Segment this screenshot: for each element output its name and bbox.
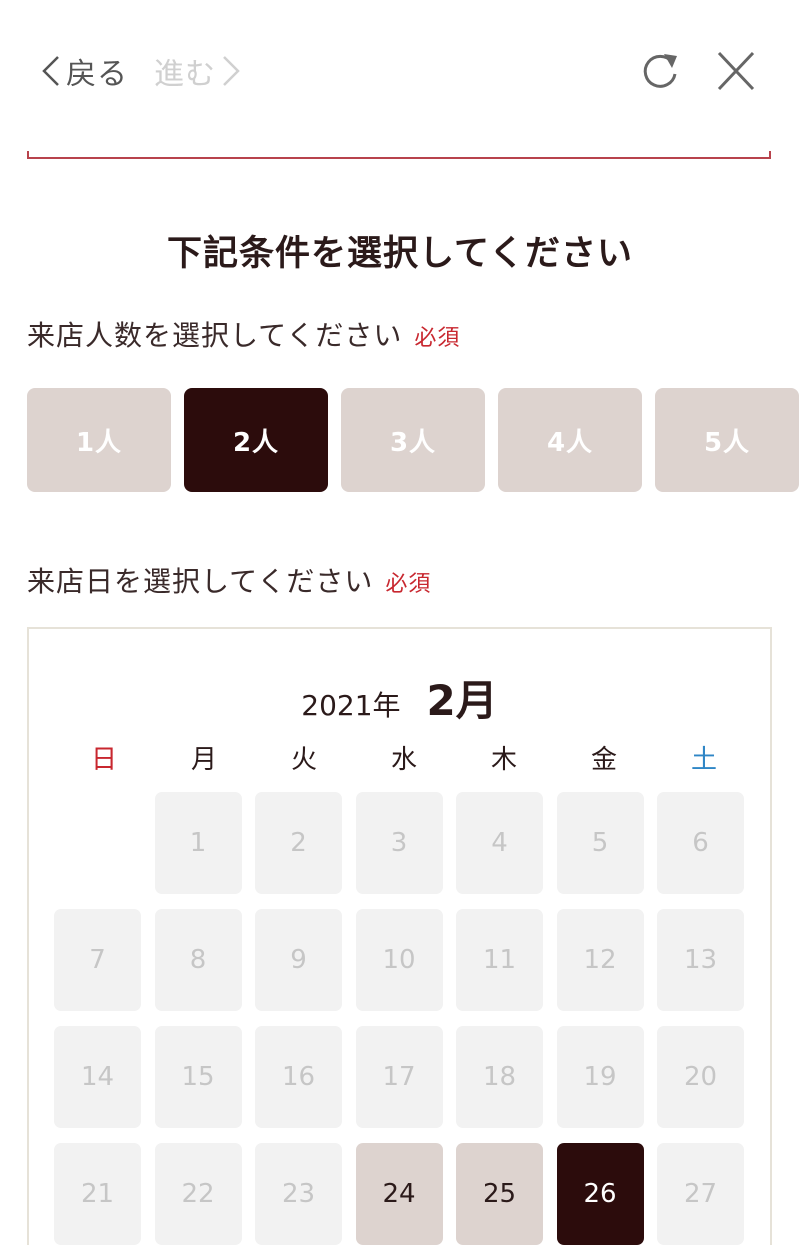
calendar-day: 27 xyxy=(657,1143,744,1245)
required-badge: 必須 xyxy=(414,326,461,351)
calendar-day[interactable]: 26 xyxy=(556,1143,644,1245)
calendar-day: 18 xyxy=(456,1026,543,1128)
weekday-tuesday: 火 xyxy=(290,745,317,775)
weekday-monday: 月 xyxy=(190,745,217,775)
calendar-day[interactable]: 25 xyxy=(456,1143,543,1245)
calendar-day: 6 xyxy=(657,792,744,894)
calendar-day: 16 xyxy=(255,1026,342,1128)
calendar-day: 15 xyxy=(154,1026,242,1128)
required-badge: 必須 xyxy=(385,572,432,597)
forward-label: 進む xyxy=(154,57,216,92)
calendar-day: 23 xyxy=(255,1143,342,1245)
calendar-day: 12 xyxy=(556,909,644,1011)
calendar-day: 14 xyxy=(54,1026,141,1128)
reservation-page: 戻る 進む 下記条件を選択してください 来店人数を選択してください 必須 1人 … xyxy=(0,0,800,1245)
calendar-day: 21 xyxy=(54,1143,141,1245)
people-option-5[interactable]: 5人 xyxy=(655,388,799,492)
people-option-3[interactable]: 3人 xyxy=(341,388,485,492)
calendar-day: 8 xyxy=(154,909,242,1011)
header-divider xyxy=(27,151,771,159)
calendar: 2021年 2月 日 月 火 水 木 金 土 1 2 3 4 5 6 7 8 9 10 11 12 13… xyxy=(27,627,772,1245)
back-label: 戻る xyxy=(66,57,128,92)
forward-button[interactable]: 進む xyxy=(152,48,244,94)
calendar-day: 19 xyxy=(556,1026,644,1128)
weekday-saturday: 土 xyxy=(690,745,717,775)
calendar-day: 3 xyxy=(355,792,443,894)
calendar-day: 13 xyxy=(657,909,744,1011)
calendar-day: 9 xyxy=(255,909,342,1011)
people-options: 1人 2人 3人 4人 5人 xyxy=(27,388,799,492)
calendar-day: 10 xyxy=(355,909,443,1011)
calendar-year: 2021年 xyxy=(301,689,401,722)
chevron-left-icon xyxy=(42,56,59,86)
calendar-day: 11 xyxy=(456,909,543,1011)
calendar-day: 5 xyxy=(556,792,644,894)
calendar-day: 4 xyxy=(456,792,543,894)
calendar-empty-cell xyxy=(54,792,141,894)
weekday-sunday: 日 xyxy=(90,745,117,775)
close-icon[interactable] xyxy=(714,48,758,94)
calendar-day: 17 xyxy=(355,1026,443,1128)
weekday-header: 日 月 火 水 木 金 土 xyxy=(54,739,754,776)
calendar-day: 22 xyxy=(154,1143,242,1245)
weekday-thursday: 木 xyxy=(490,745,517,775)
people-label-text: 来店人数を選択してください xyxy=(27,319,403,352)
back-button[interactable]: 戻る xyxy=(38,48,130,94)
reload-icon[interactable] xyxy=(638,48,682,94)
calendar-header: 2021年 2月 xyxy=(29,667,770,728)
calendar-day: 2 xyxy=(255,792,342,894)
calendar-day: 7 xyxy=(54,909,141,1011)
people-option-2[interactable]: 2人 xyxy=(184,388,328,492)
page-title: 下記条件を選択してください xyxy=(167,234,633,274)
people-section-label: 来店人数を選択してください 必須 xyxy=(27,314,460,354)
weekday-wednesday: 水 xyxy=(390,745,417,775)
calendar-month: 2月 xyxy=(426,676,498,725)
people-option-4[interactable]: 4人 xyxy=(498,388,642,492)
calendar-day: 20 xyxy=(657,1026,744,1128)
date-section-label: 来店日を選択してください 必須 xyxy=(27,560,431,600)
browser-nav-bar: 戻る 進む xyxy=(0,0,800,159)
people-option-1[interactable]: 1人 xyxy=(27,388,171,492)
calendar-day-grid: 1 2 3 4 5 6 7 8 9 10 11 12 13 14 15 16 17 18 19 20 21 22 23 24 2… xyxy=(54,792,759,1245)
weekday-friday: 金 xyxy=(590,745,617,775)
date-label-text: 来店日を選択してください xyxy=(27,565,374,598)
calendar-day: 1 xyxy=(154,792,242,894)
calendar-day[interactable]: 24 xyxy=(355,1143,443,1245)
chevron-right-icon xyxy=(223,56,240,86)
